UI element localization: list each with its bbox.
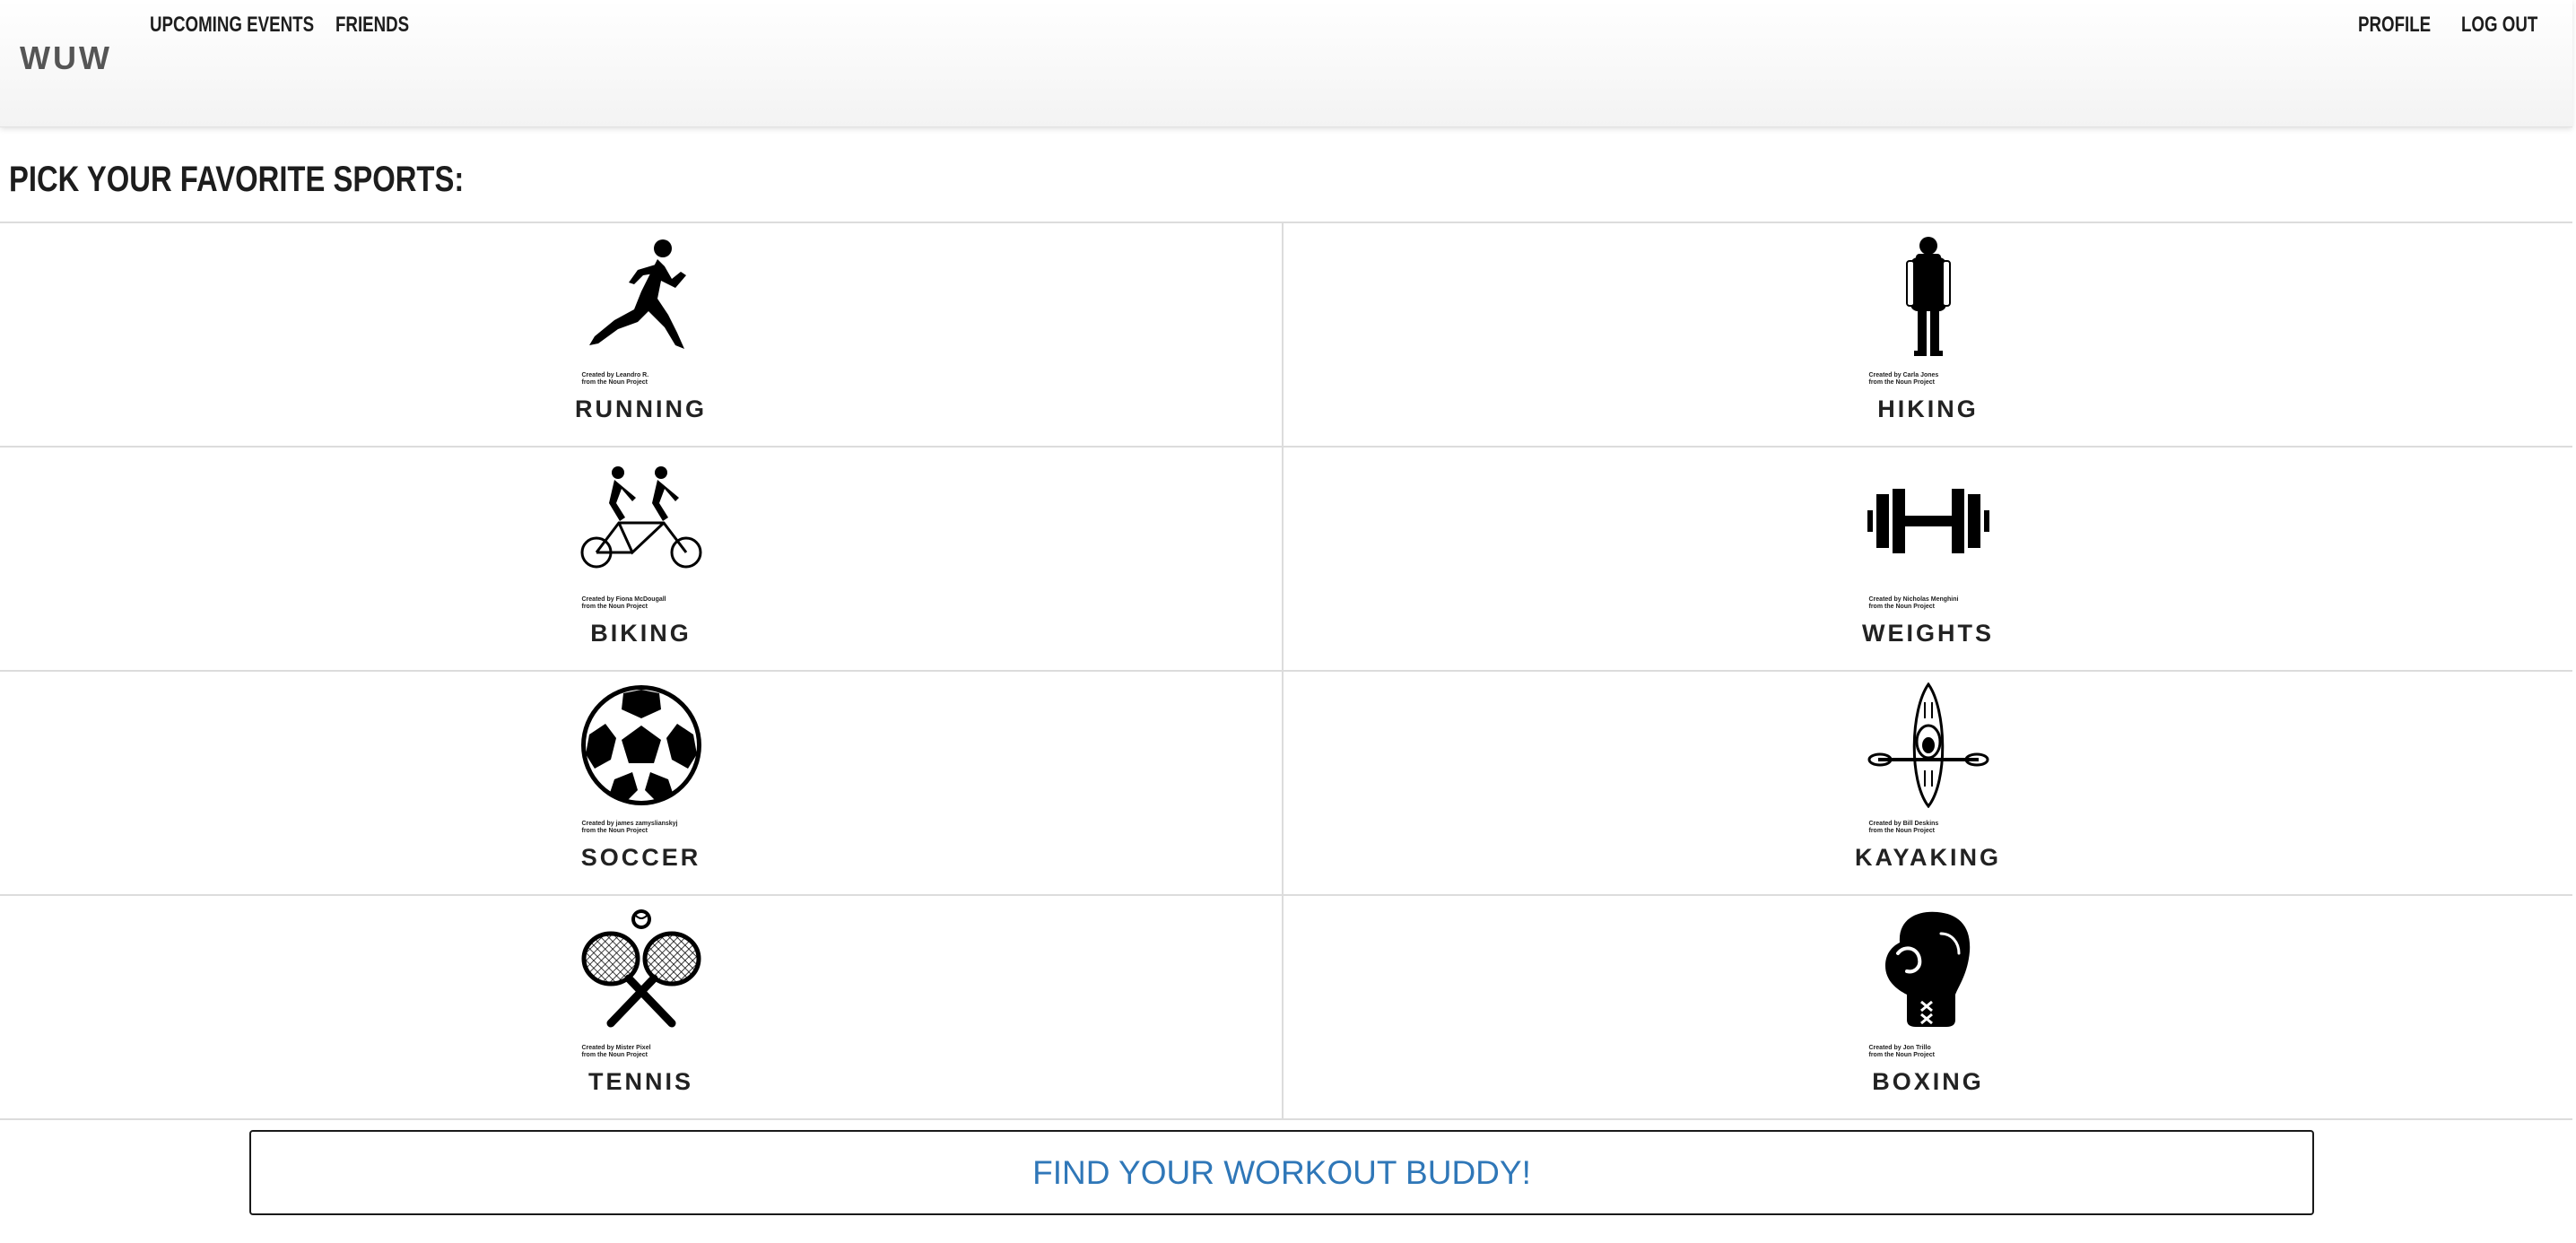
- runner-icon: [579, 234, 704, 360]
- icon-credit: Created by Mister Pixel from the Noun Pro…: [581, 1045, 651, 1058]
- sports-grid: Created by Leandro R. from the Noun Proje…: [0, 222, 2572, 1120]
- sport-card-boxing[interactable]: Created by Jon Trillo from the Noun Proje…: [1282, 896, 2572, 1118]
- sports-row: Created by Leandro R. from the Noun Proje…: [0, 223, 2572, 448]
- icon-credit: Created by Fiona McDougall from the Noun …: [581, 596, 666, 610]
- boxing-glove-icon: [1866, 907, 1991, 1032]
- sport-label: KAYAKING: [1854, 844, 2002, 871]
- icon-credit: Created by james zamyslianskyj from the N…: [581, 821, 678, 834]
- top-navbar: WUW UPCOMING EVENTS FRIENDS PROFILE LOG …: [0, 0, 2572, 127]
- find-workout-buddy-button[interactable]: FIND YOUR WORKOUT BUDDY!: [249, 1130, 2314, 1215]
- sport-card-soccer[interactable]: Created by james zamyslianskyj from the N…: [0, 672, 1282, 894]
- icon-credit: Created by Carla Jones from the Noun Proj…: [1868, 372, 1939, 386]
- brand-logo[interactable]: WUW: [20, 39, 112, 77]
- tennis-rackets-icon: [579, 907, 704, 1032]
- sport-label: BIKING: [590, 620, 692, 647]
- nav-log-out[interactable]: LOG OUT: [2461, 13, 2537, 38]
- sport-card-tennis[interactable]: Created by Mister Pixel from the Noun Pro…: [0, 896, 1282, 1118]
- sport-label: HIKING: [1877, 396, 1979, 422]
- hiker-icon: [1866, 234, 1991, 360]
- dumbbell-icon: [1866, 458, 1991, 584]
- sport-label: RUNNING: [575, 396, 707, 422]
- sports-row: Created by Fiona McDougall from the Noun …: [0, 448, 2572, 672]
- tandem-bike-icon: [579, 458, 704, 584]
- sport-label: TENNIS: [587, 1068, 693, 1095]
- icon-credit: Created by Bill Deskins from the Noun Pro…: [1868, 821, 1939, 834]
- sport-card-kayaking[interactable]: Created by Bill Deskins from the Noun Pro…: [1282, 672, 2572, 894]
- icon-credit: Created by Leandro R. from the Noun Proje…: [581, 372, 649, 386]
- sports-row: Created by Mister Pixel from the Noun Pro…: [0, 896, 2572, 1120]
- nav-profile[interactable]: PROFILE: [2358, 13, 2431, 38]
- nav-friends[interactable]: FRIENDS: [335, 13, 409, 38]
- sport-label: WEIGHTS: [1862, 620, 1994, 647]
- sports-row: Created by james zamyslianskyj from the N…: [0, 672, 2572, 896]
- icon-credit: Created by Jon Trillo from the Noun Proje…: [1868, 1045, 1936, 1058]
- sport-label: BOXING: [1872, 1068, 1984, 1095]
- sport-card-weights[interactable]: Created by Nicholas Menghini from the Nou…: [1282, 448, 2572, 670]
- soccer-ball-icon: [579, 682, 704, 808]
- sport-card-hiking[interactable]: Created by Carla Jones from the Noun Proj…: [1282, 223, 2572, 446]
- icon-credit: Created by Nicholas Menghini from the Nou…: [1868, 596, 1959, 610]
- kayak-icon: [1866, 682, 1991, 809]
- sport-card-running[interactable]: Created by Leandro R. from the Noun Proje…: [0, 223, 1282, 446]
- nav-upcoming-events[interactable]: UPCOMING EVENTS: [150, 13, 314, 38]
- sport-card-biking[interactable]: Created by Fiona McDougall from the Noun …: [0, 448, 1282, 670]
- sport-label: SOCCER: [580, 844, 701, 871]
- page-title: PICK YOUR FAVORITE SPORTS:: [9, 160, 465, 199]
